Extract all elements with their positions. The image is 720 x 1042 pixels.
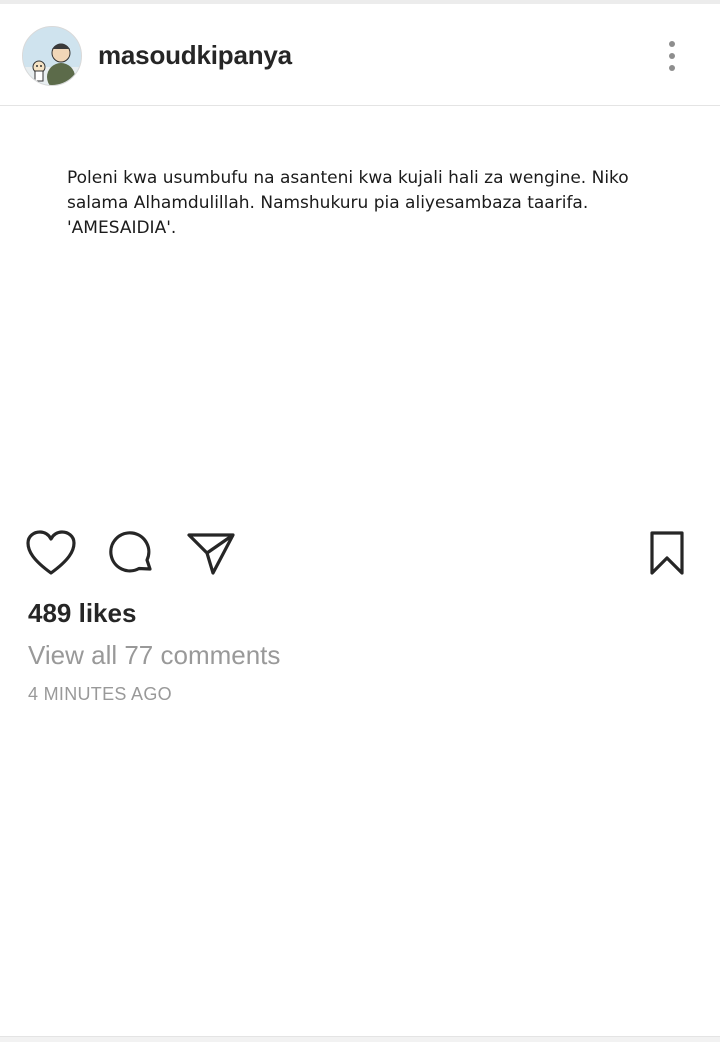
like-button[interactable] bbox=[24, 526, 78, 580]
save-button[interactable] bbox=[640, 526, 694, 580]
share-button[interactable] bbox=[184, 526, 238, 580]
more-vertical-icon-dot bbox=[669, 53, 675, 59]
action-bar bbox=[0, 520, 720, 584]
heart-icon bbox=[26, 530, 76, 575]
instagram-post-page: masoudkipanya Poleni kwa usumbufu na asa… bbox=[0, 0, 720, 1042]
more-options-button[interactable] bbox=[650, 30, 694, 82]
post-header: masoudkipanya bbox=[0, 4, 720, 106]
avatar[interactable] bbox=[22, 26, 82, 86]
post-image-text: Poleni kwa usumbufu na asanteni kwa kuja… bbox=[67, 168, 629, 238]
comment-icon bbox=[109, 531, 152, 573]
likes-count[interactable]: 489 likes bbox=[28, 598, 136, 629]
more-vertical-icon-dot bbox=[669, 65, 675, 71]
username[interactable]: masoudkipanya bbox=[98, 40, 292, 71]
cartoon-avatar-icon bbox=[23, 27, 81, 85]
view-all-comments-link[interactable]: View all 77 comments bbox=[28, 640, 280, 671]
more-vertical-icon bbox=[669, 41, 675, 47]
send-icon bbox=[187, 533, 235, 575]
comment-button[interactable] bbox=[104, 526, 158, 580]
bottom-divider bbox=[0, 1036, 720, 1042]
bookmark-icon bbox=[650, 531, 684, 575]
post-timestamp: 4 MINUTES AGO bbox=[28, 684, 172, 704]
